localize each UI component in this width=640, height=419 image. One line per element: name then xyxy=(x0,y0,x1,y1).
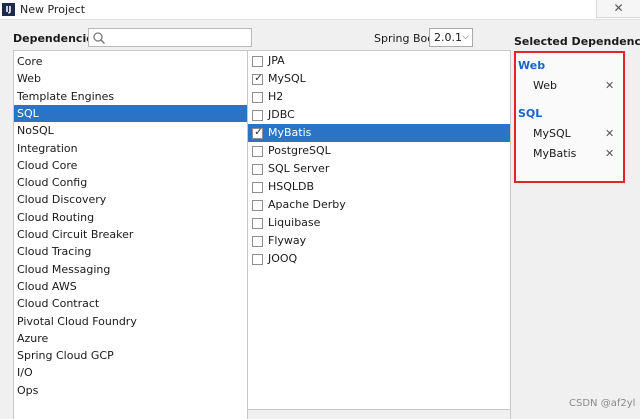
dependency-label: MySQL xyxy=(268,72,306,85)
dependency-item[interactable]: JPA xyxy=(248,52,510,70)
category-item[interactable]: SQL xyxy=(14,104,247,122)
category-item[interactable]: Cloud Discovery xyxy=(14,191,247,208)
chevron-down-icon: ⌵ xyxy=(462,32,469,42)
dependency-panel-footer xyxy=(247,410,511,419)
search-box[interactable] xyxy=(88,28,252,47)
dependency-checkbox[interactable] xyxy=(252,92,263,103)
category-item[interactable]: Ops xyxy=(14,382,247,399)
dependency-label: JOOQ xyxy=(268,252,298,265)
csdn-watermark: CSDN @af2yl xyxy=(569,398,636,409)
dependency-item[interactable]: SQL Server xyxy=(248,160,510,178)
window-title: New Project xyxy=(20,3,86,16)
checkmark-icon: ✓ xyxy=(254,73,263,84)
remove-dependency-icon[interactable]: ✕ xyxy=(605,147,614,160)
dependency-item[interactable]: H2 xyxy=(248,88,510,106)
dependency-checkbox[interactable] xyxy=(252,56,263,67)
category-item[interactable]: Template Engines xyxy=(14,88,247,105)
dependency-label: Apache Derby xyxy=(268,198,346,211)
category-item[interactable]: Cloud Tracing xyxy=(14,243,247,260)
dependency-item[interactable]: Flyway xyxy=(248,232,510,250)
selected-dependency-item: MyBatis xyxy=(533,147,577,160)
checkmark-icon: ✓ xyxy=(254,127,263,138)
dependency-checkbox[interactable] xyxy=(252,146,263,157)
dependency-label: JDBC xyxy=(268,108,295,121)
dependency-item[interactable]: ✓ MySQL xyxy=(248,70,510,88)
spring-boot-version-select[interactable]: 2.0.1 ⌵ xyxy=(429,28,473,47)
spring-boot-version-value: 2.0.1 xyxy=(434,31,462,44)
category-item[interactable]: Cloud Routing xyxy=(14,209,247,226)
title-bar: IJ New Project ✕ xyxy=(0,0,640,20)
category-item[interactable]: Spring Cloud GCP xyxy=(14,347,247,364)
dependency-item[interactable]: JDBC xyxy=(248,106,510,124)
dependency-item[interactable]: Apache Derby xyxy=(248,196,510,214)
dependency-checkbox[interactable] xyxy=(252,182,263,193)
category-item[interactable]: Core xyxy=(14,53,247,70)
category-item[interactable]: Web xyxy=(14,70,247,87)
category-item[interactable]: Pivotal Cloud Foundry xyxy=(14,313,247,330)
close-window-button[interactable]: ✕ xyxy=(596,0,640,18)
dependency-list: JPA ✓ MySQL H2 JDBC ✓ MyBatis PostgreSQL SQL Ser… xyxy=(247,50,511,410)
category-item[interactable]: Cloud Messaging xyxy=(14,261,247,278)
dependency-label: H2 xyxy=(268,90,284,103)
dependency-label: Flyway xyxy=(268,234,307,247)
dependency-checkbox[interactable] xyxy=(252,254,263,265)
selected-group-heading: SQL xyxy=(518,107,543,120)
category-item[interactable]: Cloud Config xyxy=(14,174,247,191)
category-item[interactable]: Cloud Contract xyxy=(14,295,247,312)
category-item[interactable]: I/O xyxy=(14,364,247,381)
selected-dependency-item: Web xyxy=(533,79,557,92)
category-item[interactable]: Cloud AWS xyxy=(14,278,247,295)
category-item[interactable]: Cloud Circuit Breaker xyxy=(14,226,247,243)
search-input[interactable] xyxy=(109,30,249,45)
selected-dependency-item: MySQL xyxy=(533,127,571,140)
dependency-checkbox[interactable] xyxy=(252,200,263,211)
category-list: Core Web Template Engines SQL NoSQL Integrati… xyxy=(13,50,248,419)
remove-dependency-icon[interactable]: ✕ xyxy=(605,79,614,92)
selected-group-heading: Web xyxy=(518,59,546,72)
category-item[interactable]: Integration xyxy=(14,140,247,157)
dependency-item[interactable]: ✓ MyBatis xyxy=(248,124,510,142)
dependency-checkbox[interactable]: ✓ xyxy=(252,127,263,139)
dependency-label: Liquibase xyxy=(268,216,321,229)
selected-dependencies-panel: Web Web ✕ SQL MySQL ✕ MyBatis ✕ xyxy=(514,51,625,183)
dependency-item[interactable]: PostgreSQL xyxy=(248,142,510,160)
dependency-label: HSQLDB xyxy=(268,180,315,193)
category-item[interactable]: Cloud Core xyxy=(14,157,247,174)
search-icon xyxy=(93,32,106,45)
dependency-checkbox[interactable]: ✓ xyxy=(252,73,263,85)
dependency-checkbox[interactable] xyxy=(252,110,263,121)
dependency-item[interactable]: JOOQ xyxy=(248,250,510,268)
selected-dependencies-label: Selected Dependencies xyxy=(514,35,640,48)
dependency-label: SQL Server xyxy=(268,162,330,175)
dependency-checkbox[interactable] xyxy=(252,218,263,229)
category-item[interactable]: Azure xyxy=(14,330,247,347)
dependency-item[interactable]: Liquibase xyxy=(248,214,510,232)
intellij-app-icon: IJ xyxy=(2,3,15,16)
remove-dependency-icon[interactable]: ✕ xyxy=(605,127,614,140)
dependency-item[interactable]: HSQLDB xyxy=(248,178,510,196)
category-item[interactable]: NoSQL xyxy=(14,122,247,139)
dependency-checkbox[interactable] xyxy=(252,236,263,247)
dependency-label: PostgreSQL xyxy=(268,144,331,157)
dependency-label: MyBatis xyxy=(268,126,312,139)
dependency-label: JPA xyxy=(268,54,285,67)
dependency-checkbox[interactable] xyxy=(252,164,263,175)
